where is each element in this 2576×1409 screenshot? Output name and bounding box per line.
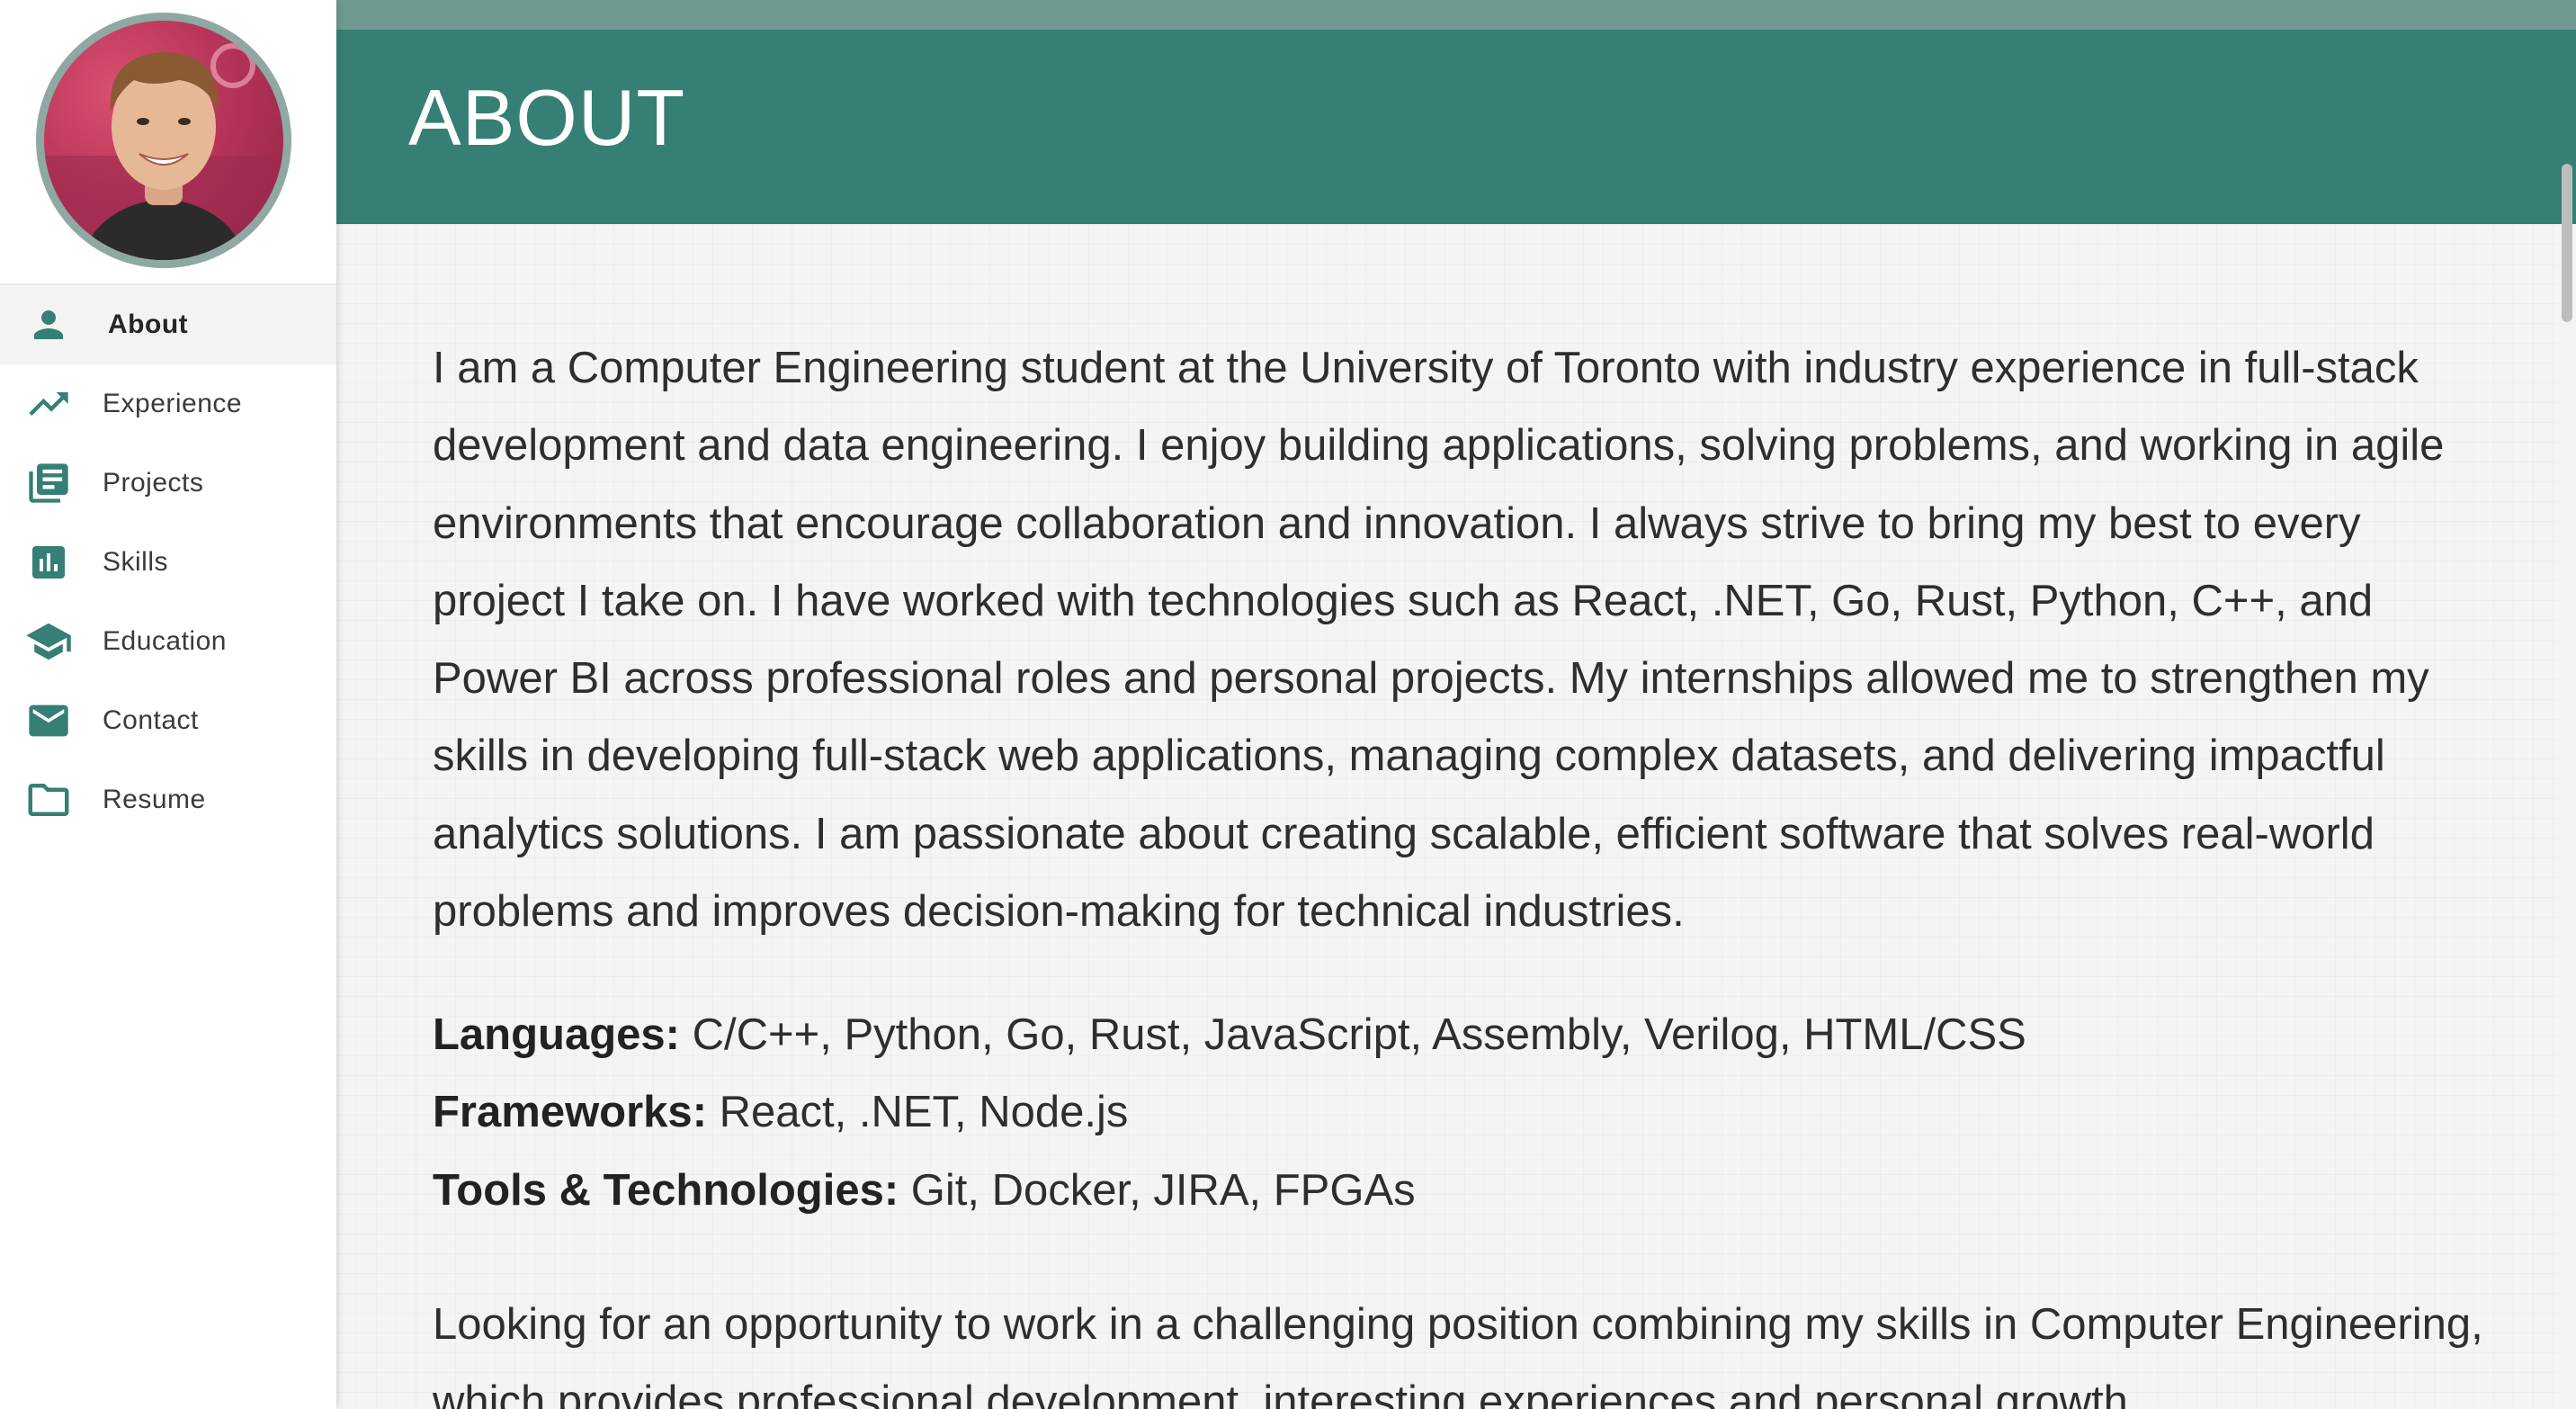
sidebar-item-label: Education	[103, 626, 227, 656]
skill-row-tools: Tools & Technologies: Git, Docker, JIRA,…	[433, 1152, 2492, 1229]
top-strip	[336, 0, 2576, 30]
sidebar-nav: About Experience Projects Skills Educati…	[0, 285, 336, 839]
skill-value: Git, Docker, JIRA, FPGAs	[910, 1165, 1416, 1215]
skill-row-languages: Languages: C/C++, Python, Go, Rust, Java…	[433, 996, 2492, 1073]
sidebar-item-projects[interactable]: Projects	[0, 444, 336, 523]
sidebar-item-contact[interactable]: Contact	[0, 681, 336, 760]
sidebar-item-resume[interactable]: Resume	[0, 760, 336, 839]
skill-row-frameworks: Frameworks: React, .NET, Node.js	[433, 1073, 2492, 1151]
profile-photo-icon	[44, 43, 283, 260]
mail-icon	[23, 696, 74, 746]
avatar[interactable]	[44, 21, 283, 260]
sidebar-item-education[interactable]: Education	[0, 602, 336, 681]
library-books-icon	[23, 458, 74, 508]
sidebar-item-label: Resume	[103, 785, 206, 814]
skills-list: Languages: C/C++, Python, Go, Rust, Java…	[433, 996, 2492, 1229]
bar-chart-icon	[23, 537, 74, 588]
avatar-ring	[36, 13, 291, 268]
skill-key: Frameworks:	[433, 1088, 708, 1137]
sidebar-item-label: Contact	[103, 705, 199, 735]
sidebar-item-skills[interactable]: Skills	[0, 523, 336, 602]
skill-key: Tools & Technologies:	[433, 1165, 899, 1215]
folder-icon	[23, 775, 74, 825]
sidebar-item-experience[interactable]: Experience	[0, 364, 336, 444]
sidebar-item-about[interactable]: About	[0, 285, 336, 364]
sidebar-item-label: Skills	[103, 547, 169, 577]
sidebar-item-label: Projects	[103, 468, 204, 498]
page-title: ABOUT	[408, 73, 686, 162]
intro-paragraph: I am a Computer Engineering student at t…	[433, 344, 2445, 937]
closing-paragraph: Looking for an opportunity to work in a …	[433, 1300, 2483, 1409]
skill-value: C/C++, Python, Go, Rust, JavaScript, Ass…	[692, 1010, 2026, 1059]
skill-key: Languages:	[433, 1010, 680, 1059]
trending-up-icon	[23, 379, 74, 429]
graduation-cap-icon	[23, 616, 74, 667]
app: About Experience Projects Skills Educati…	[0, 0, 2576, 1409]
sidebar-item-label: Experience	[103, 389, 243, 418]
scrollbar-track[interactable]	[2558, 0, 2576, 1409]
person-icon	[23, 300, 74, 350]
scrollbar-thumb[interactable]	[2562, 164, 2572, 322]
main-content: I am a Computer Engineering student at t…	[336, 224, 2558, 1409]
sidebar: About Experience Projects Skills Educati…	[0, 0, 336, 1409]
page-header: ABOUT	[336, 30, 2576, 224]
sidebar-item-label: About	[108, 310, 189, 339]
skill-value: React, .NET, Node.js	[719, 1088, 1129, 1137]
